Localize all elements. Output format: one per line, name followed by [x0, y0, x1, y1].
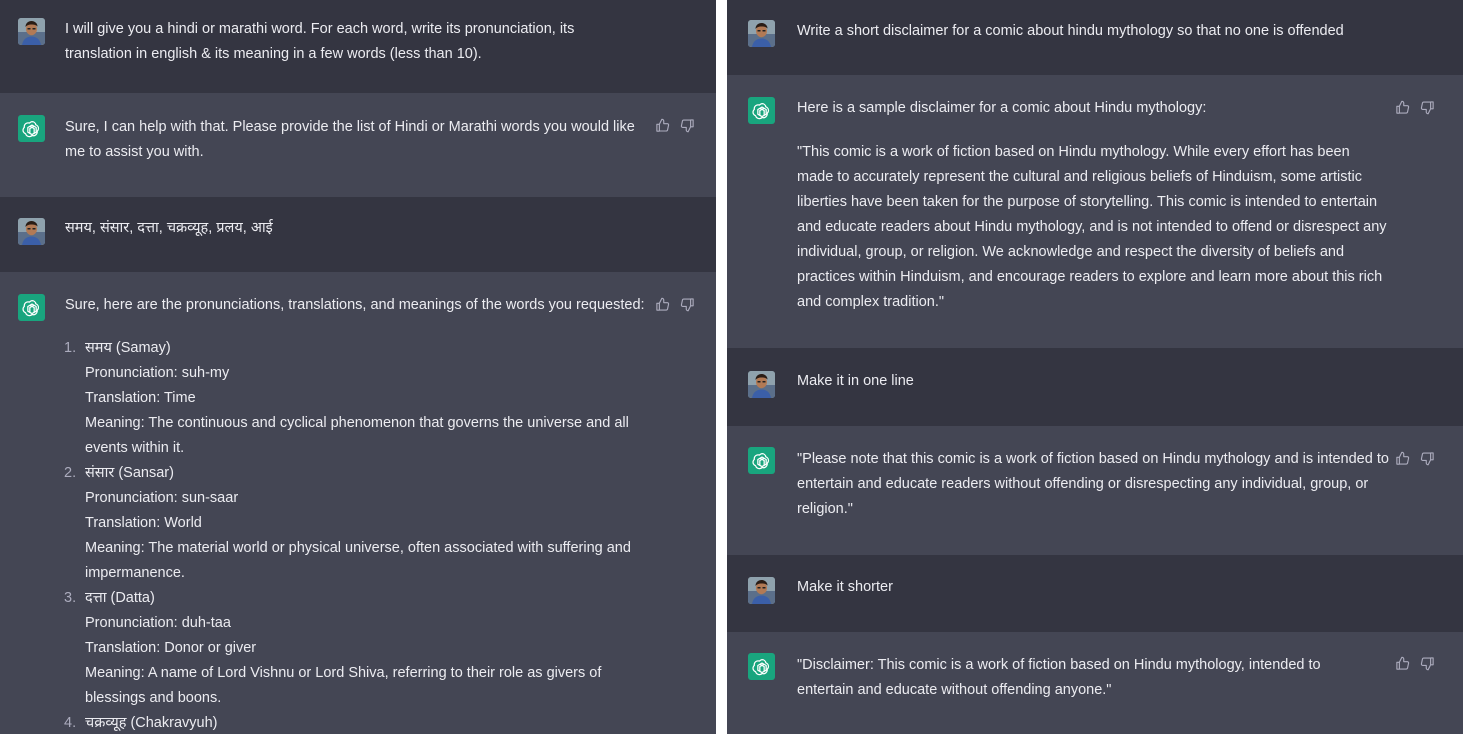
translation-text: Translation: Donor or giver: [85, 640, 257, 656]
pronunciation-text: Pronunciation: suh-my: [85, 365, 230, 381]
thumbs-up-icon[interactable]: [1395, 656, 1410, 671]
list-number: 4.: [64, 715, 77, 731]
list-item: 3. दत्ता (Datta) Pronunciation: duh-taa …: [64, 586, 635, 711]
user-message-text: Write a short disclaimer for a comic abo…: [797, 23, 1344, 39]
user-avatar: [748, 577, 775, 604]
list-number: 2.: [64, 465, 77, 481]
word-title: समय (Samay): [85, 340, 171, 356]
assistant-message-text: "Please note that this comic is a work o…: [797, 451, 1389, 517]
word-title: दत्ता (Datta): [85, 590, 155, 606]
right-chat-panel: Write a short disclaimer for a comic abo…: [727, 0, 1463, 734]
pronunciation-text: Pronunciation: duh-taa: [85, 615, 231, 631]
thumbs-down-icon[interactable]: [680, 118, 695, 133]
meaning-text: Meaning: A name of Lord Vishnu or Lord S…: [85, 665, 602, 706]
thumbs-down-icon[interactable]: [1420, 100, 1435, 115]
word-title: चक्रव्यूह (Chakravyuh): [85, 715, 218, 731]
assistant-message-text: "Disclaimer: This comic is a work of fic…: [797, 657, 1321, 698]
word-list: 1. समय (Samay) Pronunciation: suh-my Tra…: [64, 336, 635, 734]
thumbs-down-icon[interactable]: [1420, 451, 1435, 466]
user-message: I will give you a hindi or marathi word.…: [0, 0, 716, 93]
assistant-message-text: Sure, I can help with that. Please provi…: [65, 119, 635, 160]
user-message: Write a short disclaimer for a comic abo…: [727, 0, 1463, 75]
user-message-text: Make it in one line: [797, 373, 914, 389]
user-avatar: [748, 20, 775, 47]
thumbs-down-icon[interactable]: [1420, 656, 1435, 671]
user-message: Make it in one line: [727, 348, 1463, 426]
openai-logo-icon: [748, 653, 775, 680]
thumbs-up-icon[interactable]: [655, 297, 670, 312]
thumbs-down-icon[interactable]: [680, 297, 695, 312]
thumbs-up-icon[interactable]: [655, 118, 670, 133]
pronunciation-text: Pronunciation: sun-saar: [85, 490, 239, 506]
openai-logo-icon: [18, 294, 45, 321]
left-chat-panel: I will give you a hindi or marathi word.…: [0, 0, 716, 734]
list-number: 3.: [64, 590, 77, 606]
meaning-text: Meaning: The continuous and cyclical phe…: [85, 415, 629, 456]
list-item: 1. समय (Samay) Pronunciation: suh-my Tra…: [64, 336, 635, 461]
assistant-message: Here is a sample disclaimer for a comic …: [727, 75, 1463, 348]
assistant-intro-text: Sure, here are the pronunciations, trans…: [65, 297, 645, 313]
thumbs-up-icon[interactable]: [1395, 451, 1410, 466]
openai-logo-icon: [18, 115, 45, 142]
list-item: 2. संसार (Sansar) Pronunciation: sun-saa…: [64, 461, 635, 586]
assistant-message: "Disclaimer: This comic is a work of fic…: [727, 632, 1463, 734]
translation-text: Translation: Time: [85, 390, 196, 406]
meaning-text: Meaning: The material world or physical …: [85, 540, 631, 581]
disclaimer-text: "This comic is a work of fiction based o…: [797, 144, 1387, 310]
user-message-text: I will give you a hindi or marathi word.…: [65, 21, 575, 62]
user-message-text: समय, संसार, दत्ता, चक्रव्यूह, प्रलय, आई: [65, 220, 273, 236]
assistant-message: Sure, I can help with that. Please provi…: [0, 93, 716, 197]
word-title: संसार (Sansar): [85, 465, 174, 481]
thumbs-up-icon[interactable]: [1395, 100, 1410, 115]
assistant-intro-text: Here is a sample disclaimer for a comic …: [797, 100, 1207, 116]
openai-logo-icon: [748, 447, 775, 474]
list-number: 1.: [64, 340, 77, 356]
user-message: Make it shorter: [727, 555, 1463, 632]
translation-text: Translation: World: [85, 515, 202, 531]
user-message: समय, संसार, दत्ता, चक्रव्यूह, प्रलय, आई: [0, 197, 716, 272]
assistant-message: "Please note that this comic is a work o…: [727, 426, 1463, 555]
user-avatar: [18, 218, 45, 245]
openai-logo-icon: [748, 97, 775, 124]
assistant-message: Sure, here are the pronunciations, trans…: [0, 272, 716, 734]
user-avatar: [18, 18, 45, 45]
list-item: 4. चक्रव्यूह (Chakravyuh): [64, 711, 635, 734]
user-avatar: [748, 371, 775, 398]
user-message-text: Make it shorter: [797, 579, 893, 595]
